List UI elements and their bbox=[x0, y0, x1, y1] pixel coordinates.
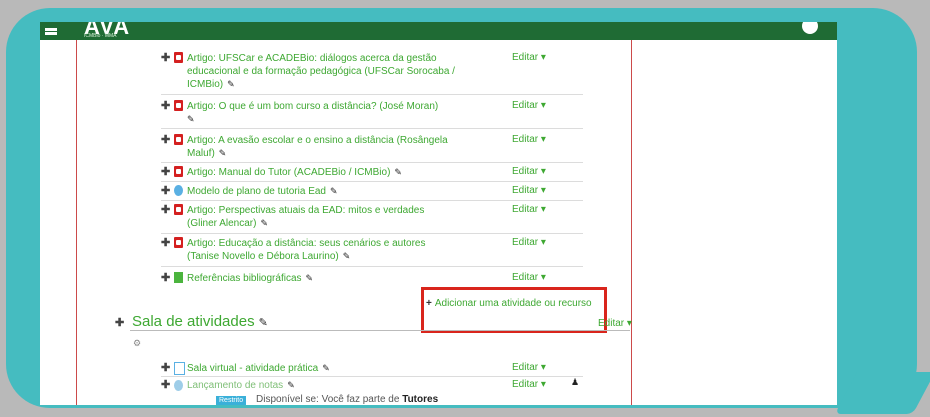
pdf-icon bbox=[174, 52, 183, 63]
edit-menu[interactable]: Editar ▾ bbox=[512, 362, 546, 373]
move-icon[interactable]: ✚ bbox=[161, 361, 170, 374]
person-icon[interactable]: ♟ bbox=[571, 377, 579, 388]
pencil-icon[interactable]: ✎ bbox=[187, 114, 195, 124]
section-title[interactable]: Sala de atividades ✎ bbox=[132, 313, 268, 330]
move-icon[interactable]: ✚ bbox=[161, 203, 170, 216]
activity-link[interactable]: Referências bibliográficas ✎ bbox=[187, 272, 487, 285]
gear-icon[interactable]: ⚙ bbox=[133, 338, 141, 349]
top-navbar: AVA ICMBio · MMA bbox=[40, 22, 837, 40]
user-avatar[interactable] bbox=[802, 22, 818, 34]
divider bbox=[161, 233, 583, 234]
pencil-icon[interactable]: ✎ bbox=[260, 218, 268, 228]
pdf-icon bbox=[174, 134, 183, 145]
divider bbox=[161, 94, 583, 95]
activity-link[interactable]: Lançamento de notas ✎ bbox=[187, 379, 487, 392]
section-border-left bbox=[76, 40, 77, 405]
activity-link[interactable]: Artigo: Perspectivas atuais da EAD: mito… bbox=[187, 204, 487, 230]
move-icon[interactable]: ✚ bbox=[161, 271, 170, 284]
pencil-icon[interactable]: ✎ bbox=[259, 317, 268, 329]
edit-menu[interactable]: Editar ▾ bbox=[512, 100, 546, 111]
move-icon[interactable]: ✚ bbox=[161, 165, 170, 178]
pencil-icon[interactable]: ✎ bbox=[227, 79, 235, 89]
divider bbox=[161, 376, 583, 377]
move-icon[interactable]: ✚ bbox=[161, 51, 170, 64]
divider bbox=[161, 162, 583, 163]
pdf-icon bbox=[174, 204, 183, 215]
pencil-icon[interactable]: ✎ bbox=[306, 273, 314, 283]
section-divider bbox=[130, 330, 630, 331]
restriction-badge: Restrito bbox=[216, 396, 247, 405]
divider bbox=[161, 128, 583, 129]
section-edit-menu[interactable]: Editar ▾ bbox=[598, 318, 632, 329]
pencil-icon[interactable]: ✎ bbox=[330, 186, 338, 196]
course-page-screenshot: AVA ICMBio · MMA ✚ Artigo: UFSCar e ACAD… bbox=[40, 22, 837, 405]
url-icon bbox=[174, 185, 183, 196]
divider bbox=[161, 266, 583, 267]
edit-menu[interactable]: Editar ▾ bbox=[512, 272, 546, 283]
edit-menu[interactable]: Editar ▾ bbox=[512, 204, 546, 215]
divider bbox=[161, 200, 583, 201]
edit-menu[interactable]: Editar ▾ bbox=[512, 166, 546, 177]
pencil-icon[interactable]: ✎ bbox=[394, 167, 402, 177]
pencil-icon[interactable]: ✎ bbox=[343, 251, 351, 261]
move-icon[interactable]: ✚ bbox=[115, 316, 124, 329]
pencil-icon[interactable]: ✎ bbox=[219, 148, 227, 158]
cloud-icon bbox=[174, 380, 183, 391]
activity-link[interactable]: Artigo: UFSCar e ACADEBio: diálogos acer… bbox=[187, 52, 487, 91]
activity-link[interactable]: Modelo de plano de tutoria Ead ✎ bbox=[187, 185, 487, 198]
activity-link[interactable]: Artigo: O que é um bom curso a distância… bbox=[187, 100, 487, 126]
activity-link[interactable]: Artigo: A evasão escolar e o ensino a di… bbox=[187, 134, 487, 160]
activity-link[interactable]: Sala virtual - atividade prática ✎ bbox=[187, 362, 487, 375]
restriction-text: Disponível se: Você faz parte de Tutores bbox=[256, 394, 439, 405]
edit-menu[interactable]: Editar ▾ bbox=[512, 134, 546, 145]
pdf-icon bbox=[174, 237, 183, 248]
menu-icon[interactable] bbox=[45, 28, 57, 31]
book-icon bbox=[174, 272, 183, 283]
divider bbox=[161, 181, 583, 182]
highlight-box bbox=[421, 287, 607, 333]
activity-link[interactable]: Artigo: Manual do Tutor (ACADEBio / ICMB… bbox=[187, 166, 487, 179]
move-icon[interactable]: ✚ bbox=[161, 133, 170, 146]
page-icon bbox=[174, 362, 185, 375]
pdf-icon bbox=[174, 166, 183, 177]
move-icon[interactable]: ✚ bbox=[161, 378, 170, 391]
edit-menu[interactable]: Editar ▾ bbox=[512, 379, 546, 390]
move-icon[interactable]: ✚ bbox=[161, 184, 170, 197]
edit-menu[interactable]: Editar ▾ bbox=[512, 52, 546, 63]
move-icon[interactable]: ✚ bbox=[161, 99, 170, 112]
edit-menu[interactable]: Editar ▾ bbox=[512, 237, 546, 248]
edit-menu[interactable]: Editar ▾ bbox=[512, 185, 546, 196]
move-icon[interactable]: ✚ bbox=[161, 236, 170, 249]
pencil-icon[interactable]: ✎ bbox=[322, 363, 330, 373]
pencil-icon[interactable]: ✎ bbox=[287, 380, 295, 390]
site-logo-subtitle: ICMBio · MMA bbox=[84, 33, 117, 39]
activity-link[interactable]: Artigo: Educação a distância: seus cenár… bbox=[187, 237, 487, 263]
pdf-icon bbox=[174, 100, 183, 111]
section-border-right bbox=[631, 40, 632, 405]
